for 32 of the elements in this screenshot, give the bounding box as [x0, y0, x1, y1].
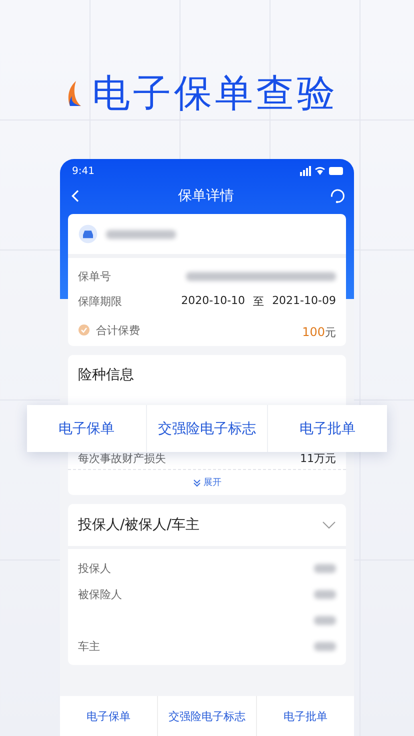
redacted-name — [314, 564, 336, 572]
start-date: 2020-10-10 — [181, 294, 246, 309]
page-title: 保单详情 — [178, 187, 234, 205]
redacted-name — [314, 642, 336, 650]
redacted-name — [314, 590, 336, 598]
date-separator: 至 — [253, 294, 264, 309]
chevron-icon — [192, 478, 200, 486]
party-label: 投保人 — [78, 560, 111, 576]
total-label: 合计保费 — [96, 322, 140, 338]
coverage-label: 每次事故财产损失 — [78, 450, 166, 466]
floating-tab[interactable]: 交强险电子标志 — [146, 405, 267, 452]
currency-unit: 元 — [325, 326, 336, 338]
floating-tab[interactable]: 电子保单 — [27, 405, 146, 452]
premium-amount: 100 — [302, 324, 325, 338]
chevron-icon — [322, 520, 336, 530]
party-label: 车主 — [78, 638, 100, 654]
status-icons — [300, 166, 344, 176]
party-label: 被保险人 — [78, 586, 122, 602]
end-date: 2021-10-09 — [272, 294, 336, 309]
card-title: 险种信息 — [78, 366, 134, 384]
logo-icon — [66, 80, 82, 108]
field-label: 保单号 — [78, 269, 111, 284]
expand-button[interactable]: 展开 — [68, 469, 346, 495]
redacted-plate — [106, 230, 176, 238]
card-title: 投保人/被保人/车主 — [78, 516, 200, 534]
headline: 电子保单查验 — [92, 70, 338, 117]
field-label: 保障期限 — [78, 294, 122, 309]
redacted-name — [314, 616, 336, 624]
status-time: 9:41 — [72, 166, 94, 176]
check-icon — [78, 324, 90, 336]
coverage-value: 11万元 — [300, 450, 336, 466]
floating-tab[interactable]: 电子批单 — [266, 405, 387, 452]
